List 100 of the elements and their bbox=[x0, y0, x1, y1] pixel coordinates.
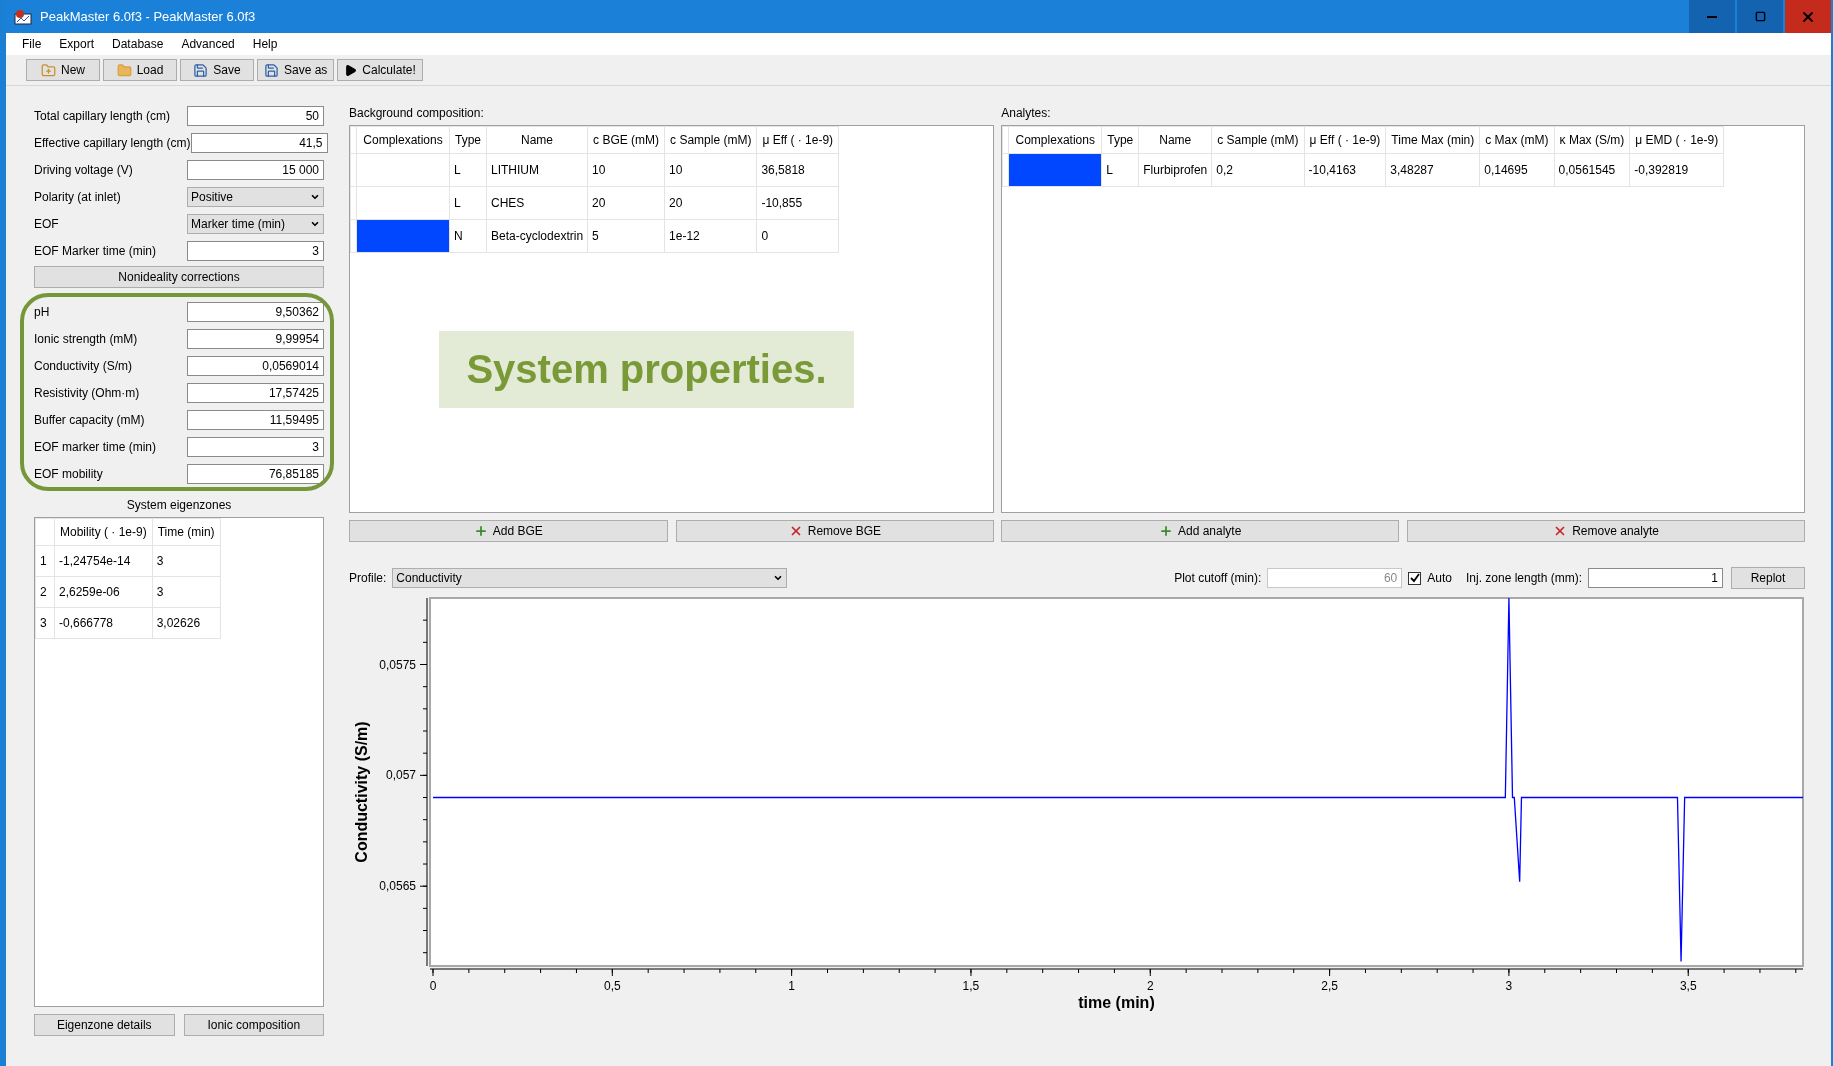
menu-item[interactable]: Advanced bbox=[173, 35, 243, 53]
column-header: μ Eff ( · 1e-9) bbox=[1304, 126, 1386, 154]
table-cell: Beta-cyclodextrin bbox=[486, 219, 588, 253]
checkbox-label: Auto bbox=[1427, 571, 1452, 585]
input-field[interactable]: 17,57425 bbox=[187, 383, 324, 403]
column-header: c Sample (mM) bbox=[1211, 126, 1305, 154]
field-label: Conductivity (S/m) bbox=[34, 359, 134, 373]
checkbox[interactable] bbox=[1408, 571, 1422, 585]
window-title: PeakMaster 6.0f3 - PeakMaster 6.0f3 bbox=[40, 9, 257, 24]
tick-label: 0 bbox=[429, 979, 437, 993]
table-cell: 2,6259e-06 bbox=[54, 576, 153, 608]
input-field[interactable]: 50 bbox=[187, 106, 324, 126]
panel-button[interactable]: Remove analyte bbox=[1407, 520, 1805, 542]
app-icon bbox=[14, 8, 32, 25]
input-field[interactable]: 11,59495 bbox=[187, 410, 324, 430]
maximize-icon bbox=[1754, 11, 1766, 22]
complexation-cell[interactable] bbox=[356, 219, 450, 253]
tick-label: 0,5 bbox=[604, 979, 621, 993]
input-field[interactable]: 3 bbox=[187, 241, 324, 261]
table-cell: 3,48287 bbox=[1385, 153, 1480, 187]
column-header: Mobility ( · 1e-9) bbox=[54, 518, 153, 546]
minimize-icon bbox=[1707, 15, 1717, 18]
input-field[interactable]: 3 bbox=[187, 437, 324, 457]
input-field[interactable]: 15 000 bbox=[187, 160, 324, 180]
maximize-button[interactable] bbox=[1737, 0, 1783, 33]
column-header: Time Max (min) bbox=[1385, 126, 1480, 154]
column-header: Name bbox=[1138, 126, 1212, 154]
field-label: Plot cutoff (min): bbox=[1174, 571, 1262, 585]
table-cell: 10 bbox=[587, 153, 665, 187]
toolbar-button[interactable]: Save as bbox=[257, 59, 335, 81]
column-header: Complexations bbox=[1008, 126, 1102, 154]
plus-icon bbox=[473, 524, 488, 538]
panel-button[interactable]: Ionic composition bbox=[183, 1014, 324, 1036]
panel-button[interactable]: Add analyte bbox=[1001, 520, 1400, 542]
menu-item[interactable]: File bbox=[14, 35, 50, 53]
tick-label: 2,5 bbox=[1321, 979, 1338, 993]
input-field[interactable]: 9,50362 bbox=[187, 302, 324, 322]
field-label: EOF bbox=[34, 217, 60, 231]
caret-icon bbox=[310, 192, 320, 202]
panel-button[interactable]: Add BGE bbox=[349, 520, 668, 542]
field-label: Driving voltage (V) bbox=[34, 163, 134, 177]
annotation-label: System properties. bbox=[439, 331, 854, 408]
input-field[interactable]: 1 bbox=[1588, 568, 1723, 588]
column-header: μ Eff ( · 1e-9) bbox=[756, 126, 839, 154]
table-cell: -1,24754e-14 bbox=[54, 545, 153, 577]
tick-label: 3 bbox=[1505, 979, 1513, 993]
input-field[interactable]: 0,0569014 bbox=[187, 356, 324, 376]
menu-item[interactable]: Help bbox=[244, 35, 286, 53]
complexation-cell[interactable] bbox=[356, 186, 450, 220]
column-header: Type bbox=[449, 126, 487, 154]
axis-title: time (min) bbox=[1078, 994, 1155, 1011]
table-cell: 10 bbox=[664, 153, 757, 187]
section-title: System eigenzones bbox=[125, 498, 233, 512]
plus-icon bbox=[1158, 524, 1173, 538]
column-header: Time (min) bbox=[152, 518, 221, 546]
dropdown[interactable]: Positive bbox=[187, 187, 324, 207]
field-label: EOF marker time (min) bbox=[34, 440, 157, 454]
field-label: Polarity (at inlet) bbox=[34, 190, 122, 204]
input-field[interactable]: 9,99954 bbox=[187, 329, 324, 349]
field-label: Resistivity (Ohm·m) bbox=[34, 386, 141, 400]
menu-item[interactable]: Export bbox=[51, 35, 103, 53]
field-label: Inj. zone length (mm): bbox=[1465, 571, 1582, 585]
table-cell: 3 bbox=[152, 576, 221, 608]
dropdown[interactable]: Marker time (min) bbox=[187, 214, 324, 234]
table-cell: -10,4163 bbox=[1304, 153, 1386, 187]
new-folder-icon bbox=[41, 62, 56, 78]
axis-title: Conductivity (S/m) bbox=[353, 721, 370, 863]
menu-item[interactable]: Database bbox=[104, 35, 172, 53]
panel-button[interactable]: Eigenzone details bbox=[34, 1014, 175, 1036]
toolbar-button[interactable]: Load bbox=[103, 59, 177, 81]
nonideality-button[interactable]: Nonideality corrections bbox=[34, 266, 324, 288]
field-label: EOF mobility bbox=[34, 467, 104, 481]
tick-label: 3,5 bbox=[1679, 979, 1697, 993]
table-cell: 1e-12 bbox=[664, 219, 757, 253]
toolbar-button[interactable]: Save bbox=[180, 59, 254, 81]
field-label: Profile: bbox=[349, 571, 387, 585]
dropdown[interactable]: Conductivity bbox=[392, 568, 788, 588]
toolbar-button[interactable]: Calculate! bbox=[337, 59, 423, 81]
table-cell: 3 bbox=[152, 545, 221, 577]
complexation-cell[interactable] bbox=[1008, 153, 1102, 187]
caret-icon bbox=[310, 219, 320, 229]
field-label: Ionic strength (mM) bbox=[34, 332, 139, 346]
panel-button[interactable]: Remove BGE bbox=[675, 520, 995, 542]
input-field[interactable]: 41,5 bbox=[190, 133, 328, 153]
close-button[interactable] bbox=[1785, 0, 1831, 33]
table-cell: -10,855 bbox=[756, 186, 839, 220]
tick-label: 1,5 bbox=[962, 979, 980, 993]
section-title: Background composition: bbox=[349, 106, 485, 120]
column-header: c Max (mM) bbox=[1479, 126, 1555, 154]
table-cell: -0,392819 bbox=[1629, 153, 1724, 187]
column-header: c Sample (mM) bbox=[664, 126, 757, 154]
replot-button[interactable]: Replot bbox=[1731, 567, 1805, 589]
complexation-cell[interactable] bbox=[356, 153, 450, 187]
column-header: Complexations bbox=[356, 126, 450, 154]
folder-icon bbox=[116, 62, 132, 78]
toolbar-button[interactable]: New bbox=[26, 59, 100, 81]
input-field[interactable]: 76,85185 bbox=[187, 464, 324, 484]
tick-label: 0,057 bbox=[385, 768, 416, 783]
row-number: 3 bbox=[35, 607, 55, 639]
table-cell: 0,14695 bbox=[1479, 153, 1555, 187]
